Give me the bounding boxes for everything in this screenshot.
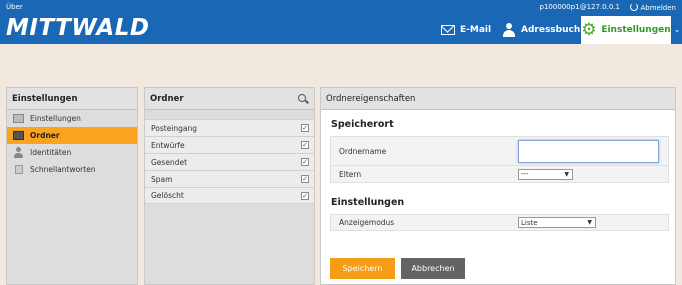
settings-item-label: Ordner	[30, 131, 60, 140]
settings-item-einstellungen[interactable]: Einstellungen	[7, 110, 137, 127]
logout-label: Abmelden	[640, 4, 677, 12]
envelope-icon	[441, 25, 455, 35]
gear-icon: ⚙	[581, 19, 597, 40]
top-line: Über p100000p1@127.0.0.1 Abmelden	[0, 0, 682, 14]
view-mode-select[interactable]: Liste ▼	[518, 217, 596, 228]
person-icon	[13, 147, 24, 158]
properties-panel-title: Ordnereigenschaften	[321, 88, 675, 110]
folder-item-label: Entwürfe	[151, 140, 185, 150]
folder-item-geloescht[interactable]: Gelöscht ✓	[145, 187, 314, 204]
logo[interactable]: MITTWALD	[6, 14, 149, 42]
nav-address-book[interactable]: Adressbuch	[502, 16, 580, 44]
folder-properties-panel: Ordnereigenschaften Speicherort Ordnerna…	[320, 87, 676, 285]
settings-panel-title: Einstellungen	[7, 88, 137, 110]
view-mode-row: Anzeigemodus Liste ▼	[330, 214, 669, 231]
settings-list: Einstellungen Ordner Identitäten Schnell…	[7, 110, 137, 178]
nav-settings[interactable]: ⚙ Einstellungen	[581, 16, 671, 44]
folder-item-label: Spam	[151, 174, 173, 184]
settings-item-identitaeten[interactable]: Identitäten	[7, 144, 137, 161]
folder-item-label: Posteingang	[151, 123, 198, 133]
parent-label: Eltern	[339, 169, 362, 179]
search-icon[interactable]	[298, 94, 306, 102]
view-mode-label: Anzeigemodus	[339, 218, 395, 227]
subscribe-checkbox[interactable]: ✓	[301, 175, 309, 183]
nav-address-book-label: Adressbuch	[521, 25, 581, 35]
folder-icon	[13, 131, 24, 140]
chevron-down-icon: ▼	[587, 219, 592, 226]
document-icon	[15, 165, 23, 174]
subscribe-checkbox[interactable]: ✓	[301, 158, 309, 166]
settings-item-label: Einstellungen	[30, 114, 81, 123]
logout-link[interactable]: Abmelden	[629, 3, 677, 12]
chevron-down-icon: ▼	[564, 170, 569, 178]
subscribe-checkbox[interactable]: ✓	[301, 141, 309, 149]
top-bar: Über p100000p1@127.0.0.1 Abmelden MITTWA…	[0, 0, 682, 44]
user-info: p100000p1@127.0.0.1	[539, 3, 620, 11]
location-section-title: Speicherort	[331, 119, 394, 130]
folder-item-posteingang[interactable]: Posteingang ✓	[145, 119, 314, 136]
more-icon: -	[675, 25, 679, 35]
folder-name-input[interactable]	[518, 139, 659, 163]
nav-email[interactable]: E-Mail	[441, 16, 491, 44]
save-button[interactable]: Speichern	[330, 258, 395, 279]
settings-item-label: Identitäten	[30, 148, 72, 157]
settings-item-schnellantworten[interactable]: Schnellantworten	[7, 161, 137, 178]
folder-item-spam[interactable]: Spam ✓	[145, 170, 314, 187]
view-mode-select-value: Liste	[521, 218, 538, 227]
power-icon	[629, 3, 638, 11]
folder-name-label: Ordnername	[339, 146, 387, 156]
folders-panel-title: Ordner	[145, 88, 314, 110]
cancel-button[interactable]: Abbrechen	[401, 258, 465, 279]
settings-section-title: Einstellungen	[331, 197, 405, 208]
button-row: Speichern Abbrechen	[330, 258, 465, 279]
folder-item-gesendet[interactable]: Gesendet ✓	[145, 153, 314, 170]
folder-item-entwuerfe[interactable]: Entwürfe ✓	[145, 136, 314, 153]
nav-settings-label: Einstellungen	[601, 25, 671, 35]
folder-list: Posteingang ✓ Entwürfe ✓ Gesendet ✓ Spam…	[145, 119, 314, 204]
parent-select[interactable]: --- ▼	[518, 168, 573, 180]
settings-item-label: Schnellantworten	[30, 165, 96, 174]
parent-row: Eltern --- ▼	[330, 166, 669, 183]
folders-panel: Ordner Posteingang ✓ Entwürfe ✓ Gesendet…	[144, 87, 315, 285]
folder-item-label: Gesendet	[151, 157, 188, 167]
settings-item-ordner[interactable]: Ordner	[7, 127, 137, 144]
folder-item-label: Gelöscht	[151, 191, 184, 200]
nav-email-label: E-Mail	[460, 25, 492, 35]
settings-panel: Einstellungen Einstellungen Ordner Ident…	[6, 87, 138, 285]
folder-name-row: Ordnername	[330, 136, 669, 166]
nav-more[interactable]: -	[672, 16, 682, 44]
person-icon	[502, 23, 516, 37]
subscribe-checkbox[interactable]: ✓	[301, 124, 309, 132]
parent-select-value: ---	[521, 170, 529, 178]
monitor-icon	[13, 114, 24, 123]
subscribe-checkbox[interactable]: ✓	[301, 191, 309, 200]
about-link[interactable]: Über	[6, 3, 23, 11]
